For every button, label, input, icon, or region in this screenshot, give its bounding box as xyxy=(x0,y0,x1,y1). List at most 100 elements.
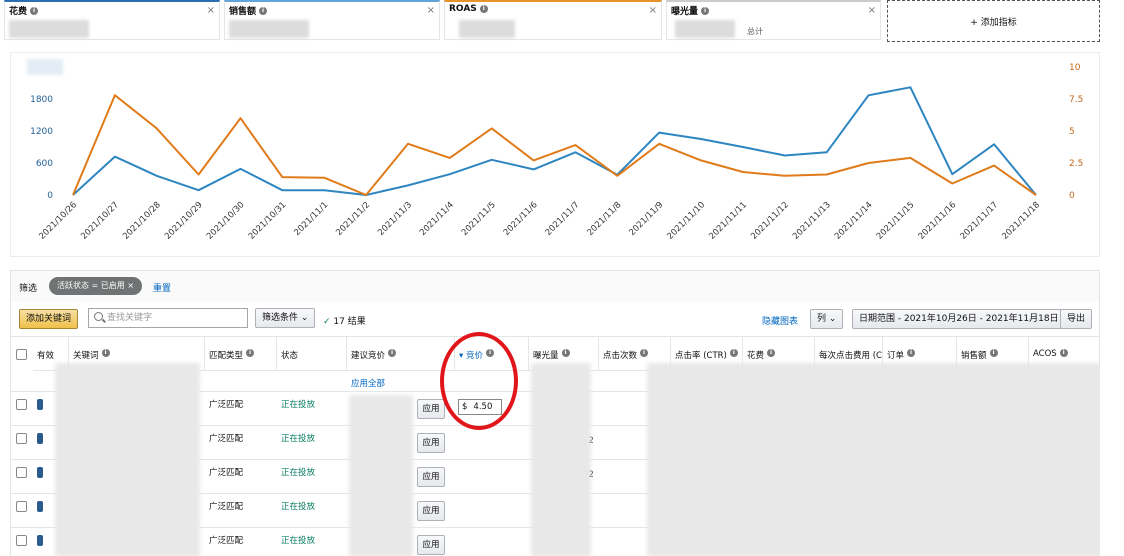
x-axis-tick-label: 2021/11/4 xyxy=(418,200,456,238)
row-checkbox[interactable] xyxy=(16,433,27,444)
search-placeholder: 查找关键字 xyxy=(107,313,153,323)
enabled-toggle[interactable] xyxy=(37,433,43,444)
info-icon: i xyxy=(767,349,776,357)
info-icon: i xyxy=(729,349,738,357)
x-axis-tick-label: 2021/11/18 xyxy=(1000,200,1042,242)
x-axis-tick-label: 2021/11/13 xyxy=(791,200,833,242)
active-status-filter-pill[interactable]: 活跃状态 = 已启用 × xyxy=(49,277,143,295)
metric-card-roas[interactable]: ROAS i × xyxy=(444,0,662,40)
x-axis-tick-label: 2021/11/1 xyxy=(292,200,330,238)
x-axis-tick-label: 2021/11/6 xyxy=(502,200,540,238)
x-axis-tick-label: 2021/11/15 xyxy=(875,200,917,242)
export-button[interactable]: 导出 xyxy=(1060,309,1093,329)
hide-chart-link[interactable]: 隐藏图表 xyxy=(762,314,798,327)
result-count: ✓ 17 结果 xyxy=(323,317,366,327)
enabled-toggle[interactable] xyxy=(37,501,43,512)
column-header-suggested-bid[interactable]: 建议竞价 i xyxy=(347,337,455,371)
match-type-cell: 广泛匹配 xyxy=(209,502,244,512)
date-range-button[interactable]: 日期范围 - 2021年10月26日 - 2021年11月18日 xyxy=(852,309,1066,329)
left-axis-tick-label: 1800 xyxy=(30,95,53,105)
keyword-table: 有效 关键词 i 匹配类型 i 状态 建议竞价 i ▾ 竞价 i 曝光量 i 点击次数 i … xyxy=(10,336,1100,556)
info-icon: i xyxy=(1059,349,1068,357)
metric-card-title: ROAS i xyxy=(449,4,488,14)
x-axis-tick-label: 2021/11/3 xyxy=(376,200,414,238)
x-axis-tick-label: 2021/10/31 xyxy=(247,200,289,242)
right-axis-tick-label: 2.5 xyxy=(1069,159,1083,169)
status-cell: 正在投放 xyxy=(281,502,316,512)
x-axis-tick-label: 2021/11/11 xyxy=(707,200,749,242)
metric-card-title: 花费 i xyxy=(9,4,39,17)
metric-card-title: 曝光量 i xyxy=(671,4,710,17)
enabled-toggle[interactable] xyxy=(37,467,43,478)
metric-card-sales[interactable]: 销售额 i × xyxy=(224,0,440,40)
row-checkbox[interactable] xyxy=(16,399,27,410)
match-type-cell: 广泛匹配 xyxy=(209,434,244,444)
filter-conditions-dropdown[interactable]: 筛选条件 ⌄ xyxy=(255,308,316,328)
info-icon: i xyxy=(561,349,570,357)
x-axis-tick-label: 2021/10/29 xyxy=(163,200,205,242)
info-icon: i xyxy=(101,349,110,357)
x-axis-tick-label: 2021/11/2 xyxy=(334,200,372,238)
close-icon[interactable]: × xyxy=(868,5,876,16)
column-header-match-type[interactable]: 匹配类型 i xyxy=(205,337,277,371)
close-icon[interactable]: × xyxy=(207,5,215,16)
redacted-value xyxy=(9,20,89,38)
info-icon: i xyxy=(388,349,397,357)
apply-all-link[interactable]: 应用全部 xyxy=(351,377,385,389)
status-cell: 正在投放 xyxy=(281,468,316,478)
filter-bar: 筛选 活跃状态 = 已启用 × 重置 xyxy=(10,270,1100,302)
x-axis-tick-label: 2021/10/28 xyxy=(121,200,163,242)
x-axis-tick-label: 2021/11/14 xyxy=(833,200,875,242)
metric-cards: 花费 i × 销售额 i × ROAS i × 曝光量 i × 总计 + 添加指标 xyxy=(0,0,1124,44)
column-header-status[interactable]: 状态 xyxy=(277,337,347,371)
apply-bid-button[interactable]: 应用 xyxy=(417,501,445,521)
redacted-block xyxy=(531,363,591,556)
info-icon: i xyxy=(701,6,710,15)
line-chart-svg: 06001200180002.557.5102021/10/26 2021/10/… xyxy=(30,63,1083,242)
performance-chart: 0 600 1200 1800 0 2.5 5 7.5 10 2021/10/26 2021/10/… xyxy=(10,52,1100,257)
apply-bid-button[interactable]: 应用 xyxy=(417,535,445,555)
row-checkbox[interactable] xyxy=(16,467,27,478)
columns-dropdown[interactable]: 列 ⌄ xyxy=(810,309,844,329)
select-all-checkbox[interactable] xyxy=(16,349,27,360)
x-axis-tick-label: 2021/11/5 xyxy=(460,200,498,238)
enabled-toggle[interactable] xyxy=(37,535,43,546)
redacted-value xyxy=(459,20,515,38)
row-checkbox[interactable] xyxy=(16,535,27,546)
x-axis-tick-label: 2021/10/30 xyxy=(205,200,247,242)
left-axis-tick-label: 0 xyxy=(47,191,53,201)
apply-bid-button[interactable]: 应用 xyxy=(417,467,445,487)
right-axis-tick-label: 0 xyxy=(1069,191,1075,201)
x-axis-tick-label: 2021/11/12 xyxy=(749,200,791,242)
check-icon: ✓ xyxy=(323,317,331,327)
redacted-value xyxy=(675,20,735,38)
apply-bid-button[interactable]: 应用 xyxy=(417,433,445,453)
match-type-cell: 广泛匹配 xyxy=(209,400,244,410)
right-axis-tick-label: 7.5 xyxy=(1069,95,1083,105)
metric-card-subtitle: 总计 xyxy=(747,27,763,36)
series-line xyxy=(72,86,1037,196)
annotation-circle xyxy=(440,332,518,430)
close-icon[interactable]: × xyxy=(649,5,657,16)
add-metric-button[interactable]: + 添加指标 xyxy=(887,0,1100,42)
info-icon: i xyxy=(479,5,488,13)
metric-card-impressions[interactable]: 曝光量 i × 总计 xyxy=(666,0,881,40)
redacted-block xyxy=(349,395,413,556)
status-cell: 正在投放 xyxy=(281,400,316,410)
add-keyword-button[interactable]: 添加关键词 xyxy=(19,309,79,329)
table-toolbar: 添加关键词 查找关键字 筛选条件 ⌄ ✓ 17 结果 隐藏图表 列 ⌄ 日期范围… xyxy=(10,302,1100,336)
enabled-toggle[interactable] xyxy=(37,399,43,410)
apply-bid-button[interactable]: 应用 xyxy=(417,399,445,419)
x-axis-tick-label: 2021/11/7 xyxy=(544,200,582,238)
search-icon xyxy=(94,312,103,321)
left-axis-tick-label: 600 xyxy=(36,159,53,169)
keyword-search-input[interactable]: 查找关键字 xyxy=(88,308,248,328)
metric-card-spend[interactable]: 花费 i × xyxy=(4,0,220,40)
redacted-block xyxy=(647,363,1099,556)
info-icon: i xyxy=(246,349,255,357)
reset-link[interactable]: 重置 xyxy=(153,281,171,294)
x-axis-tick-label: 2021/11/16 xyxy=(917,200,959,242)
x-axis-tick-label: 2021/11/10 xyxy=(665,200,707,242)
row-checkbox[interactable] xyxy=(16,501,27,512)
close-icon[interactable]: × xyxy=(427,5,435,16)
